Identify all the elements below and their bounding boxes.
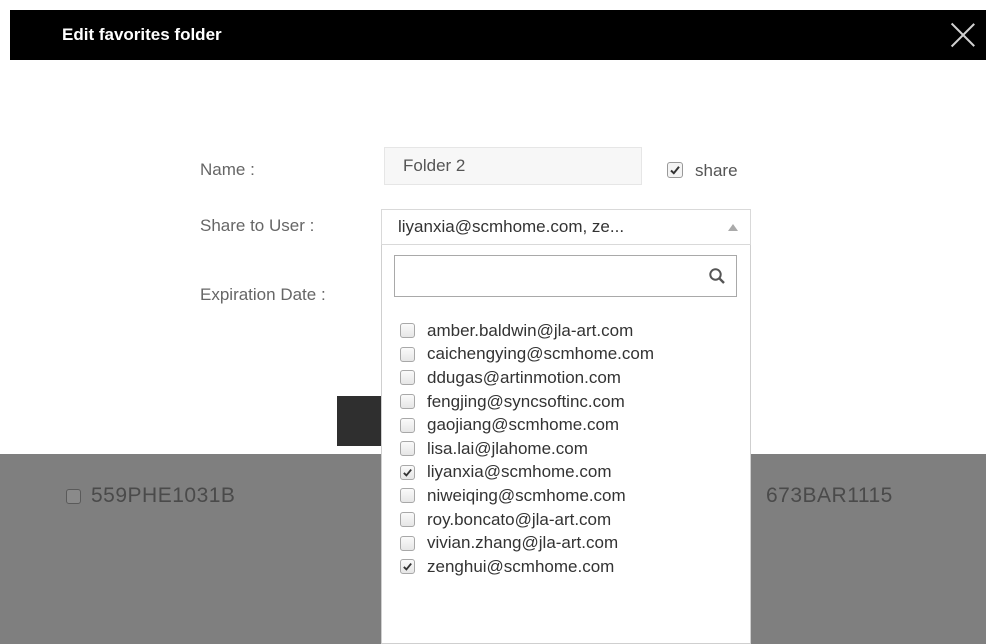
background-checkbox [66, 488, 81, 504]
user-checkbox[interactable] [400, 323, 415, 339]
user-email: amber.baldwin@jla-art.com [427, 320, 634, 340]
user-checkbox[interactable] [400, 346, 415, 362]
user-checkbox[interactable] [400, 512, 415, 528]
background-product-code-right: 673BAR1115 [766, 484, 893, 507]
user-checkbox[interactable] [400, 535, 415, 551]
checkmark-icon [403, 563, 412, 572]
user-email: vivian.zhang@jla-art.com [427, 533, 619, 553]
user-list: amber.baldwin@jla-art.com caichengying@sc… [400, 319, 654, 579]
name-label: Name : [200, 160, 255, 179]
user-dropdown: amber.baldwin@jla-art.com caichengying@sc… [381, 245, 751, 644]
user-email: gaojiang@scmhome.com [427, 415, 620, 435]
user-email: niweiqing@scmhome.com [427, 485, 626, 505]
user-search-input[interactable] [395, 256, 695, 296]
user-list-item[interactable]: zenghui@scmhome.com [400, 555, 654, 579]
background-product-item: 559PHE1031B [66, 484, 235, 508]
expiration-date-label: Expiration Date : [200, 285, 326, 304]
close-icon[interactable] [950, 22, 976, 48]
checkmark-icon [670, 166, 680, 175]
save-button[interactable] [337, 396, 385, 446]
user-email: zenghui@scmhome.com [427, 556, 615, 576]
share-to-user-label: Share to User : [200, 216, 315, 235]
user-list-item[interactable]: ddugas@artinmotion.com [400, 366, 654, 390]
user-checkbox[interactable] [400, 417, 415, 433]
modal-titlebar: Edit favorites folder [10, 10, 986, 60]
user-list-item[interactable]: roy.boncato@jla-art.com [400, 508, 654, 532]
folder-name-input[interactable]: Folder 2 [384, 147, 642, 185]
user-list-item[interactable]: fengjing@syncsoftinc.com [400, 390, 654, 414]
search-icon[interactable] [708, 267, 726, 285]
user-list-item[interactable]: vivian.zhang@jla-art.com [400, 531, 654, 555]
user-email: liyanxia@scmhome.com [427, 462, 612, 482]
user-checkbox[interactable] [400, 370, 415, 386]
user-checkbox[interactable] [400, 441, 415, 457]
caret-up-icon [728, 224, 738, 231]
background-product-code: 559PHE1031B [91, 484, 236, 507]
checkmark-icon [403, 468, 412, 477]
user-checkbox[interactable] [400, 394, 415, 410]
user-list-item[interactable]: lisa.lai@jlahome.com [400, 437, 654, 461]
user-email: fengjing@syncsoftinc.com [427, 391, 625, 411]
user-email: lisa.lai@jlahome.com [427, 438, 588, 458]
modal-title: Edit favorites folder [62, 25, 222, 44]
user-list-item[interactable]: gaojiang@scmhome.com [400, 413, 654, 437]
user-email: roy.boncato@jla-art.com [427, 509, 612, 529]
user-email: ddugas@artinmotion.com [427, 367, 621, 387]
user-checkbox[interactable] [400, 464, 415, 480]
share-to-user-value: liyanxia@scmhome.com, ze... [398, 217, 625, 236]
user-list-item[interactable]: liyanxia@scmhome.com [400, 461, 654, 485]
user-list-item[interactable]: caichengying@scmhome.com [400, 343, 654, 367]
share-to-user-select[interactable]: liyanxia@scmhome.com, ze... [381, 209, 751, 245]
user-list-item[interactable]: amber.baldwin@jla-art.com [400, 319, 654, 343]
user-search-box [394, 255, 737, 297]
user-email: caichengying@scmhome.com [427, 344, 655, 364]
user-checkbox[interactable] [400, 488, 415, 504]
user-list-item[interactable]: niweiqing@scmhome.com [400, 484, 654, 508]
share-label: share [695, 161, 738, 180]
share-checkbox[interactable] [667, 162, 683, 178]
user-checkbox[interactable] [400, 559, 415, 575]
